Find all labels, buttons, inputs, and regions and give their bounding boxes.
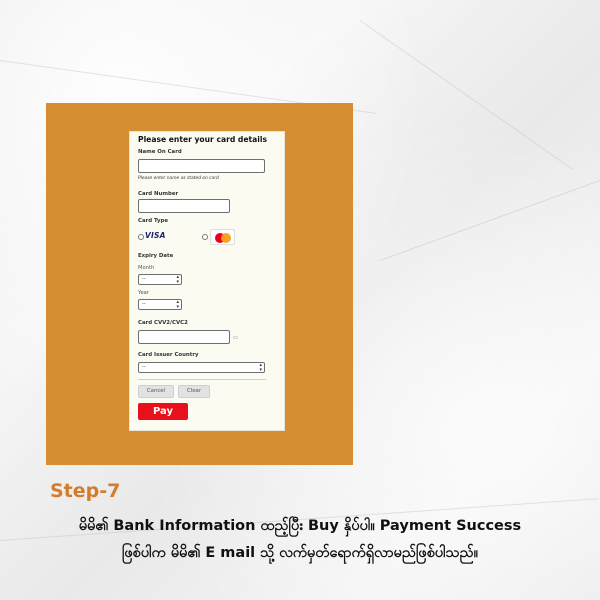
- form-title: Please enter your card details: [138, 135, 267, 144]
- month-value: --: [142, 276, 146, 282]
- mastercard-radio[interactable]: [202, 234, 208, 240]
- paper-crease: [359, 20, 574, 171]
- name-on-card-input[interactable]: [138, 159, 265, 173]
- clear-button[interactable]: Clear: [178, 385, 210, 398]
- select-arrows-icon: ▴ ▾: [259, 362, 262, 373]
- name-on-card-label: Name On Card: [138, 149, 182, 155]
- form-divider: [138, 379, 266, 380]
- card-details-form: Please enter your card details Name On C…: [129, 131, 285, 431]
- visa-logo: VISA: [145, 231, 166, 240]
- issuer-country-label: Card Issuer Country: [138, 352, 199, 358]
- card-number-input[interactable]: [138, 199, 230, 213]
- paper-crease: [379, 177, 600, 261]
- year-select[interactable]: -- ▴ ▾: [138, 299, 182, 310]
- cvv-input[interactable]: [138, 330, 230, 344]
- select-arrows-icon: ▴ ▾: [176, 274, 179, 285]
- mastercard-logo: [210, 229, 235, 245]
- month-label: Month: [138, 265, 155, 271]
- pay-button[interactable]: Pay: [138, 403, 188, 420]
- cancel-button[interactable]: Cancel: [138, 385, 174, 398]
- year-label: Year: [138, 290, 149, 296]
- name-hint: Please enter name as stated on card: [138, 176, 219, 181]
- expiry-date-label: Expiry Date: [138, 253, 174, 259]
- cvv-label: Card CVV2/CVC2: [138, 320, 188, 326]
- instruction-line-1: မိမိ၏ Bank Information ထည့်ပြီး Buy နှိပ…: [78, 518, 522, 534]
- year-value: --: [142, 301, 146, 307]
- issuer-country-select[interactable]: -- ▴ ▾: [138, 362, 265, 373]
- month-select[interactable]: -- ▴ ▾: [138, 274, 182, 285]
- issuer-country-value: --: [142, 364, 146, 370]
- instruction-line-2: ဖြစ်ပါက မိမိ၏ E mail သို့ လက်မှတ်ရောက်ရှ…: [121, 545, 479, 561]
- step-title: Step-7: [50, 480, 121, 502]
- select-arrows-icon: ▴ ▾: [176, 299, 179, 310]
- card-number-label: Card Number: [138, 191, 179, 197]
- card-type-label: Card Type: [138, 218, 169, 224]
- visa-radio[interactable]: [138, 234, 144, 240]
- cvv-info-icon: ▭: [233, 335, 238, 341]
